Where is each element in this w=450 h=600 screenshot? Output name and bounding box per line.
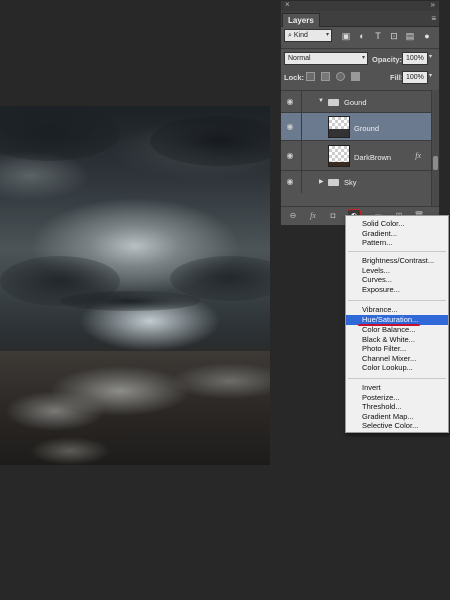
eye-icon[interactable]: ◉ — [285, 97, 295, 107]
document-canvas[interactable] — [0, 106, 270, 465]
type-filter-icon[interactable]: T — [373, 31, 383, 41]
tab-layers[interactable]: Layers — [282, 13, 320, 27]
layer-row[interactable]: ◉ DarkBrown fx — [281, 141, 431, 171]
menu-item-posterize[interactable]: Posterize... — [346, 393, 448, 403]
annotation-underline — [358, 324, 420, 326]
scrollbar-thumb[interactable] — [433, 156, 438, 170]
adjustment-filter-icon[interactable]: ◐ — [357, 31, 367, 41]
collapse-icon[interactable]: » — [431, 0, 435, 9]
lock-position-icon[interactable] — [336, 72, 345, 81]
menu-item-vibrance[interactable]: Vibrance... — [346, 305, 448, 315]
panel-titlebar: × » — [281, 0, 439, 11]
layer-thumbnail — [328, 145, 350, 167]
menu-item-color-lookup[interactable]: Color Lookup... — [346, 363, 448, 373]
fill-value: 100% — [406, 74, 424, 81]
divider — [301, 91, 302, 112]
blend-mode-value: Normal — [288, 55, 311, 62]
folder-icon — [328, 179, 339, 186]
thumbnail-content — [329, 162, 349, 166]
fill-field[interactable]: 100% — [402, 71, 428, 84]
menu-item-solid-color[interactable]: Solid Color... — [346, 219, 448, 229]
menu-item-levels[interactable]: Levels... — [346, 266, 448, 276]
menu-item-photo-filter[interactable]: Photo Filter... — [346, 344, 448, 354]
add-style-icon[interactable]: fx — [307, 211, 319, 220]
layer-effects-icon[interactable]: fx — [415, 151, 421, 160]
cloud-shape — [60, 291, 200, 311]
opacity-label: Opacity: — [372, 55, 403, 64]
add-mask-icon[interactable]: ◘ — [327, 211, 339, 220]
search-icon: ⌕ — [288, 32, 292, 39]
blend-mode-select[interactable]: Normal ▾ — [284, 52, 368, 65]
menu-separator — [348, 251, 446, 252]
panel-tab-row: Layers ≡ — [281, 11, 439, 27]
lock-label: Lock: — [284, 73, 305, 82]
menu-item-brightness-contrast[interactable]: Brightness/Contrast... — [346, 256, 448, 266]
lock-transparent-icon[interactable] — [306, 72, 315, 81]
opacity-field[interactable]: 100% — [402, 52, 428, 65]
menu-item-gradient-map[interactable]: Gradient Map... — [346, 412, 448, 422]
layer-thumbnail — [328, 116, 350, 138]
smart-object-filter-icon[interactable]: ▤ — [405, 31, 415, 41]
thumbnail-content — [329, 129, 349, 137]
menu-item-pattern[interactable]: Pattern... — [346, 238, 448, 248]
eye-icon[interactable]: ◉ — [285, 151, 295, 161]
divider — [281, 48, 439, 49]
menu-item-selective-color[interactable]: Selective Color... — [346, 421, 448, 431]
filter-toggle-icon[interactable]: ● — [423, 31, 431, 41]
filter-kind-select[interactable]: ⌕ Kind ▾ — [284, 29, 332, 42]
layer-row-group[interactable]: ◉ ▼ Gound — [281, 91, 431, 113]
chevron-down-icon[interactable]: ▾ — [429, 72, 432, 79]
layer-name: Ground — [354, 124, 380, 133]
menu-separator — [348, 300, 446, 301]
layers-panel: × » Layers ≡ ⌕ Kind ▾ ▣ ◐ T ⊡ ▤ ● Normal… — [280, 0, 440, 226]
opacity-value: 100% — [406, 55, 424, 62]
layer-row-selected[interactable]: ◉ Ground — [281, 113, 431, 141]
layer-name: Sky — [344, 178, 357, 187]
divider — [301, 141, 302, 170]
menu-separator — [348, 378, 446, 379]
divider — [301, 113, 302, 140]
menu-item-black-white[interactable]: Black & White... — [346, 335, 448, 345]
chevron-down-icon[interactable]: ▾ — [429, 53, 432, 60]
menu-item-exposure[interactable]: Exposure... — [346, 285, 448, 295]
menu-item-curves[interactable]: Curves... — [346, 275, 448, 285]
lock-image-icon[interactable] — [321, 72, 330, 81]
eye-icon[interactable]: ◉ — [285, 177, 295, 187]
cloud-shape — [150, 116, 270, 166]
layer-row-group[interactable]: ◉ ▶ Sky — [281, 171, 431, 193]
shape-filter-icon[interactable]: ⊡ — [389, 31, 399, 41]
menu-item-gradient[interactable]: Gradient... — [346, 229, 448, 239]
filter-kind-label: Kind — [293, 32, 308, 39]
lock-all-icon[interactable] — [351, 72, 360, 81]
cloud-shape — [0, 106, 120, 161]
eye-icon[interactable]: ◉ — [285, 122, 295, 132]
pixel-filter-icon[interactable]: ▣ — [341, 31, 351, 41]
close-icon[interactable]: × — [285, 0, 290, 9]
chevron-down-icon: ▾ — [361, 55, 365, 61]
menu-item-color-balance[interactable]: Color Balance... — [346, 325, 448, 335]
panel-menu-icon[interactable]: ≡ — [431, 14, 436, 23]
menu-item-threshold[interactable]: Threshold... — [346, 402, 448, 412]
rocky-ground — [0, 351, 270, 465]
layer-list: ◉ ▼ Gound ◉ Ground ◉ DarkBrown fx ◉ ▶ Sk… — [281, 90, 431, 206]
layer-name: DarkBrown — [354, 153, 392, 162]
layer-name: Gound — [344, 98, 367, 107]
collapsed-triangle-icon[interactable]: ▶ — [319, 178, 324, 185]
layer-list-scrollbar[interactable] — [431, 90, 439, 206]
chevron-down-icon: ▾ — [325, 32, 329, 38]
divider — [301, 171, 302, 193]
expand-triangle-icon[interactable]: ▼ — [318, 98, 324, 104]
menu-item-channel-mixer[interactable]: Channel Mixer... — [346, 354, 448, 364]
menu-item-invert[interactable]: Invert — [346, 383, 448, 393]
link-layers-icon[interactable]: ⊖ — [287, 211, 299, 220]
folder-icon — [328, 99, 339, 106]
